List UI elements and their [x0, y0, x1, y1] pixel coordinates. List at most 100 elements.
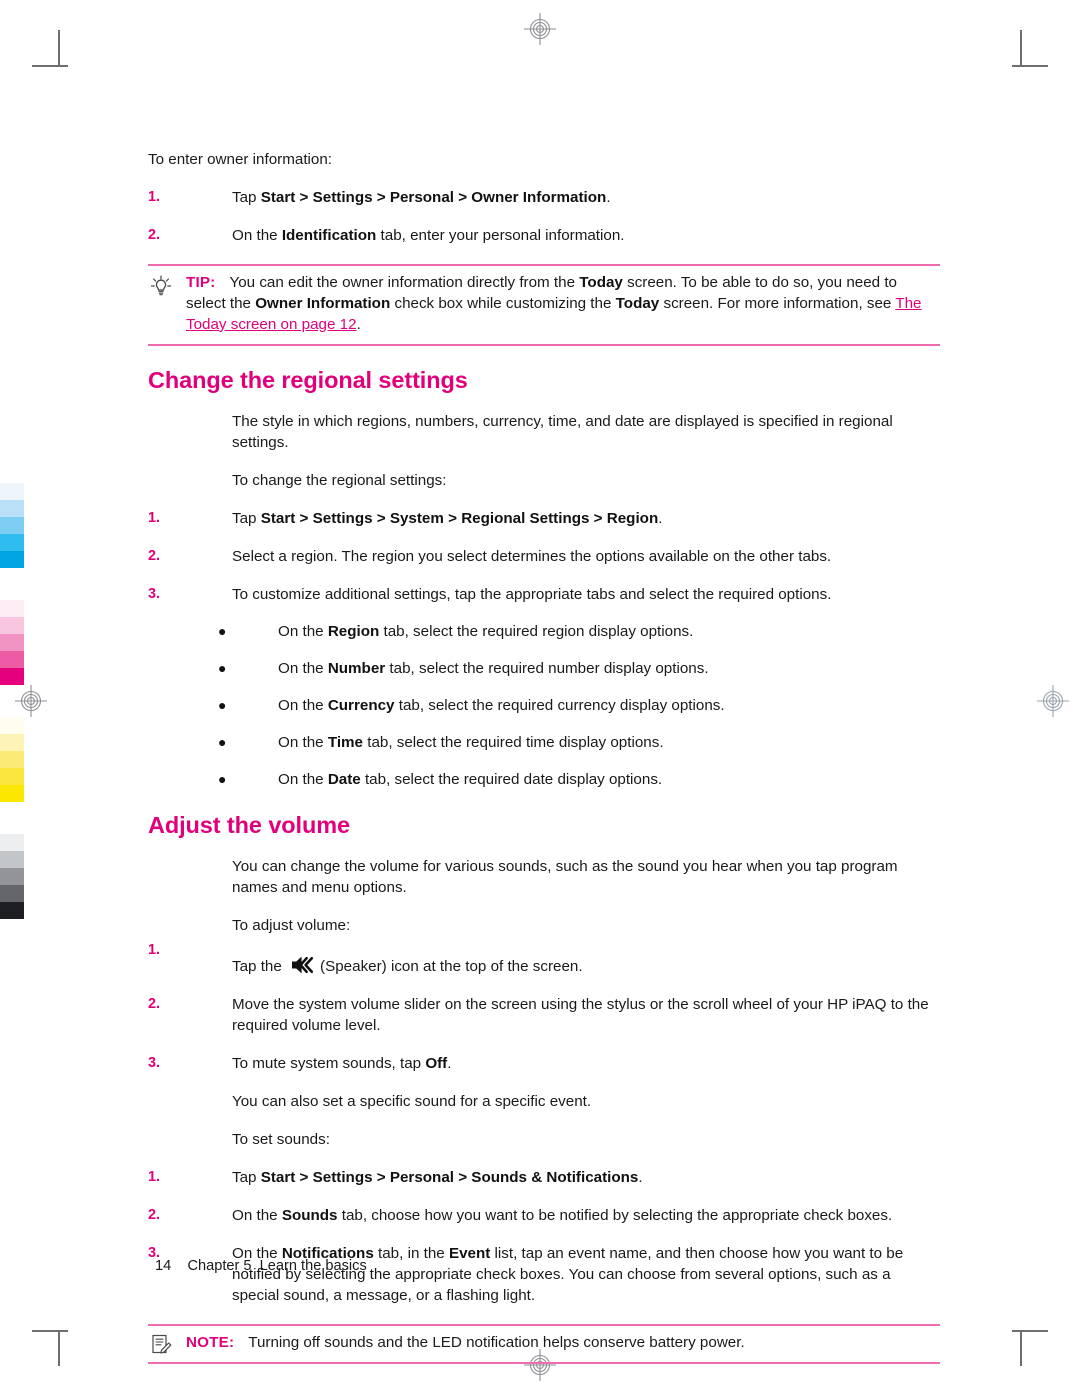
list-item: 1. Tap Start > Settings > Personal > Owne… [148, 188, 940, 209]
calibration-swatch [0, 868, 24, 885]
step-text-bold: Sounds [281, 1206, 338, 1224]
step-text-prefix: Move the system volume slider on the scr… [232, 996, 929, 1034]
page-title-adjust-volume: Adjust the volume [148, 812, 350, 839]
step-text-prefix: Tap [232, 509, 261, 527]
regional-steps: 1. Tap Start > Settings > System > Region… [148, 509, 940, 606]
step-text-prefix: Tap the [232, 958, 287, 976]
crop-mark-top-left-vertical [58, 30, 60, 66]
printed-page: To enter owner information: 1. Tap Start … [0, 0, 1080, 1399]
calibration-swatch [0, 768, 24, 785]
step-text-suffix: . [606, 188, 611, 206]
tip-part-3: check box while customizing the [390, 294, 616, 312]
bullet-text-prefix: On the [278, 623, 328, 641]
calibration-swatch [0, 751, 24, 768]
tip-bold-2: Owner Information [255, 294, 391, 312]
step-number: 3. [148, 585, 161, 602]
volume-paragraph-4: To set sounds: [232, 1130, 330, 1148]
footer-chapter: Chapter 5 [187, 1258, 252, 1274]
step-text-bold: Off [425, 1054, 448, 1072]
tip-part-5: . [356, 315, 361, 333]
list-item: 3. On the Notifications tab, in the Event… [148, 1244, 940, 1307]
registration-target-left [14, 684, 48, 718]
step-text-prefix: On the [232, 1206, 282, 1224]
step-text-mid: tab, in the [373, 1244, 449, 1262]
calibration-swatch [0, 851, 24, 868]
step-text-suffix: . [658, 509, 663, 527]
bullet-text-suffix: tab, select the required time display op… [363, 734, 664, 752]
crop-mark-top-left-horizontal [32, 65, 68, 67]
sound-steps: 1. Tap Start > Settings > Personal > Soun… [148, 1168, 940, 1307]
footer-chapter-title: Learn the basics [259, 1258, 367, 1274]
volume-paragraph-2: To adjust volume: [232, 917, 351, 935]
step-number: 2. [148, 547, 161, 564]
list-item: 3. To customize additional settings, tap … [148, 585, 940, 606]
step-number: 1. [148, 188, 161, 205]
list-item: 2. Move the system volume slider on the s… [148, 995, 940, 1037]
page-footer: 14 Chapter 5 Learn the basics [155, 1258, 367, 1274]
note-callout: NOTE: Turning off sounds and the LED noti… [148, 1323, 940, 1364]
calibration-swatch [0, 902, 24, 919]
lightbulb-icon [150, 275, 172, 297]
calibration-strip-magenta [0, 600, 24, 685]
note-body: Turning off sounds and the LED notificat… [248, 1333, 745, 1351]
list-item: ● On the Date tab, select the required da… [148, 770, 940, 791]
step-text-prefix: Select a region. The region you select d… [232, 547, 832, 565]
crop-mark-bottom-left-horizontal [32, 1330, 68, 1332]
note-text: NOTE: Turning off sounds and the LED noti… [148, 1333, 940, 1354]
tip-label: TIP: [186, 273, 216, 291]
bullet-text-prefix: On the [278, 697, 328, 715]
list-item: 2. Select a region. The region you select… [148, 547, 940, 568]
bullet-icon: ● [218, 697, 227, 714]
bullet-text-prefix: On the [278, 734, 328, 752]
bullet-text-bold: Time [327, 734, 363, 752]
bullet-text-prefix: On the [278, 771, 328, 789]
tip-part-1: You can edit the owner information direc… [229, 273, 580, 291]
volume-steps: 2. Move the system volume slider on the s… [148, 995, 940, 1075]
tip-callout: TIP: You can edit the owner information d… [148, 263, 940, 346]
list-item: 1. Tap Start > Settings > System > Region… [148, 509, 940, 530]
list-item: 3. To mute system sounds, tap Off. [148, 1054, 940, 1075]
list-item: ● On the Number tab, select the required … [148, 659, 940, 680]
crop-mark-bottom-right-vertical [1020, 1330, 1022, 1366]
step-number: 1. [148, 1168, 161, 1185]
calibration-swatch [0, 734, 24, 751]
crop-mark-top-right-vertical [1020, 30, 1022, 66]
tip-part-4: screen. For more information, see [659, 294, 896, 312]
bullet-text-prefix: On the [278, 660, 328, 678]
step-number: 2. [148, 1206, 161, 1223]
calibration-swatch [0, 834, 24, 851]
bullet-text-bold: Currency [327, 697, 395, 715]
step-text-suffix: . [638, 1168, 643, 1186]
crop-mark-top-right-horizontal [1012, 65, 1048, 67]
bullet-text-suffix: tab, select the required date display op… [360, 771, 663, 789]
list-item: ● On the Region tab, select the required … [148, 622, 940, 643]
calibration-strip-yellow [0, 717, 24, 802]
footer-page-number: 14 [155, 1258, 172, 1274]
step-number: 2. [148, 996, 161, 1013]
calibration-swatch [0, 500, 24, 517]
step-number: 1. [148, 509, 161, 526]
list-item: ● On the Currency tab, select the require… [148, 696, 940, 717]
crop-mark-bottom-right-horizontal [1012, 1330, 1048, 1332]
bullet-text-suffix: tab, select the required region display … [379, 623, 694, 641]
bullet-icon: ● [218, 623, 227, 640]
calibration-swatch [0, 651, 24, 668]
tip-text: TIP: You can edit the owner information d… [148, 273, 940, 336]
step-text-prefix: To mute system sounds, tap [232, 1054, 426, 1072]
note-pad-icon [150, 1333, 172, 1355]
step-text-suffix: tab, enter your personal information. [376, 226, 625, 244]
calibration-strip-cyan [0, 483, 24, 568]
tip-bold-3: Today [615, 294, 660, 312]
step-text-bold: Start > Settings > Personal > Sounds & N… [260, 1168, 639, 1186]
bullet-text-bold: Number [327, 660, 386, 678]
calibration-swatch [0, 885, 24, 902]
calibration-swatch [0, 785, 24, 802]
step-number: 2. [148, 226, 161, 243]
step-text-suffix: tab, choose how you want to be notified … [337, 1206, 893, 1224]
step-text-bold: Start > Settings > System > Regional Set… [260, 509, 659, 527]
registration-target-right [1036, 684, 1070, 718]
step-text-suffix: (Speaker) icon at the top of the screen. [320, 958, 583, 976]
step-text-suffix: . [447, 1054, 452, 1072]
calibration-swatch [0, 534, 24, 551]
calibration-swatch [0, 668, 24, 685]
